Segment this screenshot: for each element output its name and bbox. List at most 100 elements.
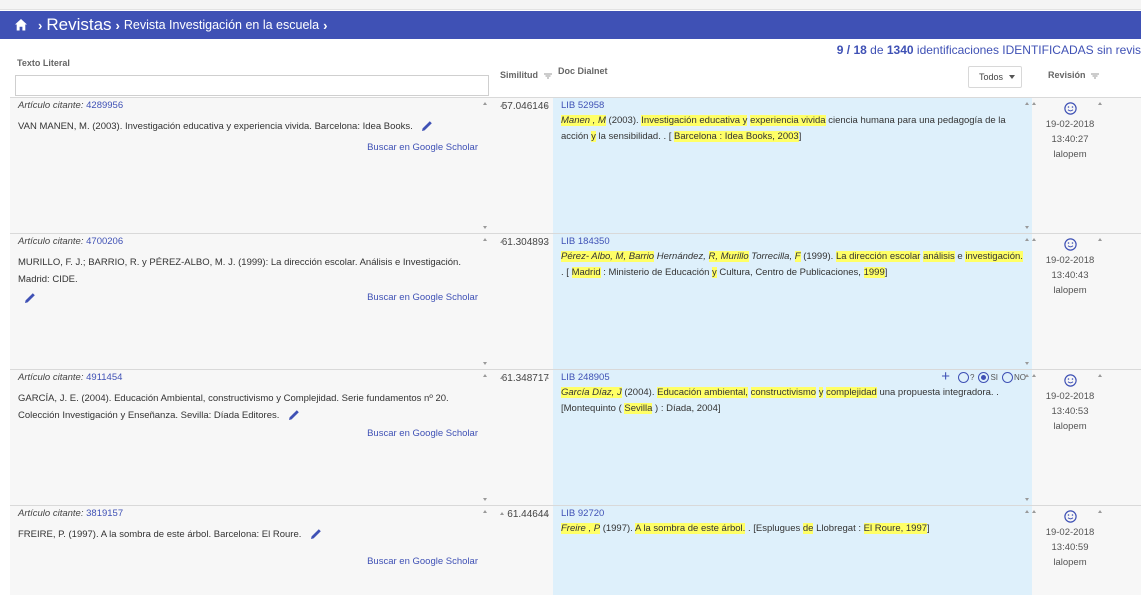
pencil-icon[interactable] bbox=[288, 409, 300, 421]
scroll-up-icon[interactable] bbox=[500, 240, 504, 243]
reference-text: GARCÍA, J. E. (2004). Educación Ambienta… bbox=[18, 393, 449, 421]
scroll-down-icon[interactable] bbox=[483, 226, 487, 229]
scroll-up-icon[interactable] bbox=[1032, 102, 1036, 105]
pencil-icon[interactable] bbox=[310, 528, 322, 540]
radio-no[interactable] bbox=[1002, 371, 1013, 383]
revision-user: lalopem bbox=[1053, 421, 1087, 432]
radio-unknown[interactable] bbox=[957, 371, 969, 383]
citing-article-label: Artículo citante: 4911454 bbox=[18, 372, 123, 383]
smiley-icon[interactable] bbox=[1063, 510, 1077, 523]
google-scholar-link[interactable]: Buscar en Google Scholar bbox=[367, 428, 478, 439]
scroll-up-icon[interactable] bbox=[483, 238, 487, 241]
similitud-value: 61.348717 bbox=[500, 373, 549, 384]
table-row: Artículo citante: 4911454 GARCÍA, J. E. … bbox=[10, 369, 1141, 505]
dialnet-cell: LIB 52958 Manen , M (2003). Investigació… bbox=[545, 98, 1032, 233]
google-scholar-link[interactable]: Buscar en Google Scholar bbox=[367, 292, 478, 303]
google-scholar-link[interactable]: Buscar en Google Scholar bbox=[367, 142, 478, 153]
identification-counter: 9 / 18 de 1340 identificaciones IDENTIFI… bbox=[837, 43, 1141, 57]
add-icon[interactable]: + bbox=[941, 369, 950, 384]
reference-text: FREIRE, P. (1997). A la sombra de este á… bbox=[18, 526, 478, 543]
revision-cell: 19-02-2018 13:40:27 lalopem bbox=[1032, 98, 1102, 233]
scroll-up-icon[interactable] bbox=[483, 374, 487, 377]
revision-time: 13:40:27 bbox=[1051, 134, 1089, 145]
scroll-up-icon[interactable] bbox=[500, 104, 504, 107]
citing-article-label: Artículo citante: 4289956 bbox=[18, 100, 124, 111]
column-header-texto-literal: Texto Literal bbox=[17, 58, 70, 68]
scroll-down-icon[interactable] bbox=[1025, 362, 1029, 365]
scroll-up-icon[interactable] bbox=[1098, 102, 1102, 105]
dialnet-doc-link[interactable]: LIB 52958 bbox=[561, 100, 604, 111]
doc-filter-select[interactable]: Todos bbox=[968, 66, 1022, 88]
scroll-up-icon[interactable] bbox=[483, 102, 487, 105]
scroll-up-icon[interactable] bbox=[1032, 238, 1036, 241]
scroll-up-icon[interactable] bbox=[500, 376, 504, 379]
scroll-up-icon[interactable] bbox=[1032, 510, 1036, 513]
chevron-right-icon: › bbox=[38, 17, 43, 33]
column-header-revision[interactable]: Revisión bbox=[1048, 70, 1100, 80]
similitud-value: 61.304893 bbox=[500, 237, 549, 248]
citing-article-link[interactable]: 3819157 bbox=[86, 508, 123, 519]
scroll-up-icon[interactable] bbox=[545, 104, 549, 107]
dialnet-doc-link[interactable]: LIB 92720 bbox=[561, 508, 604, 519]
table-row: Artículo citante: 4700206 MURILLO, F. J.… bbox=[10, 233, 1141, 369]
scroll-up-icon[interactable] bbox=[1025, 374, 1029, 377]
home-icon[interactable] bbox=[14, 18, 28, 32]
revision-user: lalopem bbox=[1053, 557, 1087, 568]
dialnet-doc-link[interactable]: LIB 184350 bbox=[561, 236, 610, 247]
column-header-doc-dialnet: Doc Dialnet bbox=[558, 66, 608, 76]
table-row: Artículo citante: 3819157 FREIRE, P. (19… bbox=[10, 505, 1141, 595]
scroll-up-icon[interactable] bbox=[545, 376, 549, 379]
results-table: Artículo citante: 4289956 VAN MANEN, M. … bbox=[10, 97, 1141, 595]
scroll-up-icon[interactable] bbox=[1032, 374, 1036, 377]
citing-cell: Artículo citante: 4289956 VAN MANEN, M. … bbox=[10, 98, 490, 233]
revision-date: 19-02-2018 bbox=[1045, 255, 1095, 266]
scroll-up-icon[interactable] bbox=[1098, 374, 1102, 377]
scroll-up-icon[interactable] bbox=[1098, 238, 1102, 241]
dropdown-arrow-icon bbox=[1009, 75, 1015, 79]
citing-cell: Artículo citante: 4700206 MURILLO, F. J.… bbox=[10, 234, 490, 369]
smiley-icon[interactable] bbox=[1063, 102, 1077, 115]
column-header-similitud[interactable]: Similitud bbox=[500, 70, 552, 80]
counter-de: de bbox=[870, 43, 884, 57]
google-scholar-link[interactable]: Buscar en Google Scholar bbox=[367, 556, 478, 567]
dialnet-cell: LIB 92720 Freire , P (1997). A la sombra… bbox=[545, 506, 1032, 595]
citing-cell: Artículo citante: 3819157 FREIRE, P. (19… bbox=[10, 506, 490, 595]
scroll-down-icon[interactable] bbox=[1025, 226, 1029, 229]
scroll-up-icon[interactable] bbox=[1025, 238, 1029, 241]
smiley-icon[interactable] bbox=[1063, 238, 1077, 251]
pencil-icon[interactable] bbox=[421, 120, 433, 132]
dialnet-cell: LIB 248905 + ? SI NO García Díaz, J (200… bbox=[545, 369, 1032, 505]
breadcrumb-journal[interactable]: Revista Investigación en la escuela bbox=[124, 18, 319, 32]
dialnet-cell: LIB 184350 Pérez- Albo, M, Barrio Hernán… bbox=[545, 234, 1032, 369]
table-row: Artículo citante: 4289956 VAN MANEN, M. … bbox=[10, 97, 1141, 233]
revision-user: lalopem bbox=[1053, 149, 1087, 160]
citing-article-link[interactable]: 4911454 bbox=[86, 372, 122, 383]
sort-icon bbox=[543, 73, 552, 79]
dialnet-doc-link[interactable]: LIB 248905 bbox=[561, 372, 610, 383]
scroll-up-icon[interactable] bbox=[1098, 510, 1102, 513]
revision-cell: 19-02-2018 13:40:43 lalopem bbox=[1032, 234, 1102, 369]
sort-icon bbox=[1091, 73, 1100, 79]
scroll-up-icon[interactable] bbox=[545, 240, 549, 243]
pencil-icon[interactable] bbox=[24, 292, 36, 304]
citing-article-label: Artículo citante: 4700206 bbox=[18, 236, 124, 247]
revision-time: 13:40:53 bbox=[1051, 406, 1089, 417]
similitud-value: 57.046146 bbox=[500, 101, 549, 112]
citing-article-link[interactable]: 4289956 bbox=[86, 100, 123, 111]
radio-si[interactable] bbox=[978, 371, 990, 383]
scroll-up-icon[interactable] bbox=[483, 510, 487, 513]
scroll-up-icon[interactable] bbox=[1025, 510, 1029, 513]
smiley-icon[interactable] bbox=[1063, 374, 1077, 387]
scroll-up-icon[interactable] bbox=[500, 512, 504, 515]
breadcrumb-revistas[interactable]: Revistas bbox=[46, 15, 111, 35]
scroll-down-icon[interactable] bbox=[483, 498, 487, 501]
scroll-up-icon[interactable] bbox=[1025, 102, 1029, 105]
chevron-right-icon: › bbox=[323, 17, 328, 33]
texto-literal-filter-input[interactable] bbox=[15, 75, 489, 96]
scroll-down-icon[interactable] bbox=[483, 362, 487, 365]
citing-article-link[interactable]: 4700206 bbox=[86, 236, 123, 247]
revision-date: 19-02-2018 bbox=[1045, 119, 1095, 130]
dialnet-doc-text: Freire , P (1997). A la sombra de este á… bbox=[561, 523, 930, 534]
scroll-up-icon[interactable] bbox=[545, 512, 549, 515]
scroll-down-icon[interactable] bbox=[1025, 498, 1029, 501]
